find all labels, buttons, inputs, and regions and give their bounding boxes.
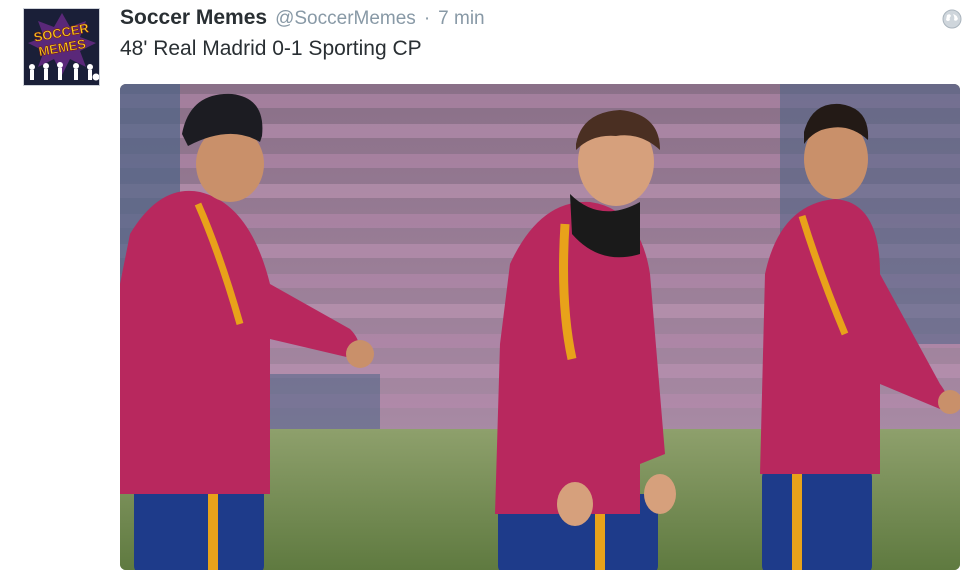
avatar[interactable]: SOCCER MEMES: [23, 8, 100, 86]
author-handle[interactable]: @SoccerMemes: [275, 8, 416, 30]
tweet-text: 48' Real Madrid 0-1 Sporting CP: [120, 37, 422, 60]
globe-icon[interactable]: [942, 9, 962, 29]
author-name[interactable]: Soccer Memes: [120, 6, 267, 30]
tweet-photo[interactable]: [120, 84, 960, 570]
tweet-header: Soccer Memes @SoccerMemes · 7 min: [120, 6, 485, 32]
timestamp[interactable]: 7 min: [438, 8, 484, 30]
soccer-memes-logo: SOCCER MEMES: [24, 9, 99, 85]
separator-dot: ·: [423, 8, 431, 29]
training-photo: [120, 84, 960, 570]
